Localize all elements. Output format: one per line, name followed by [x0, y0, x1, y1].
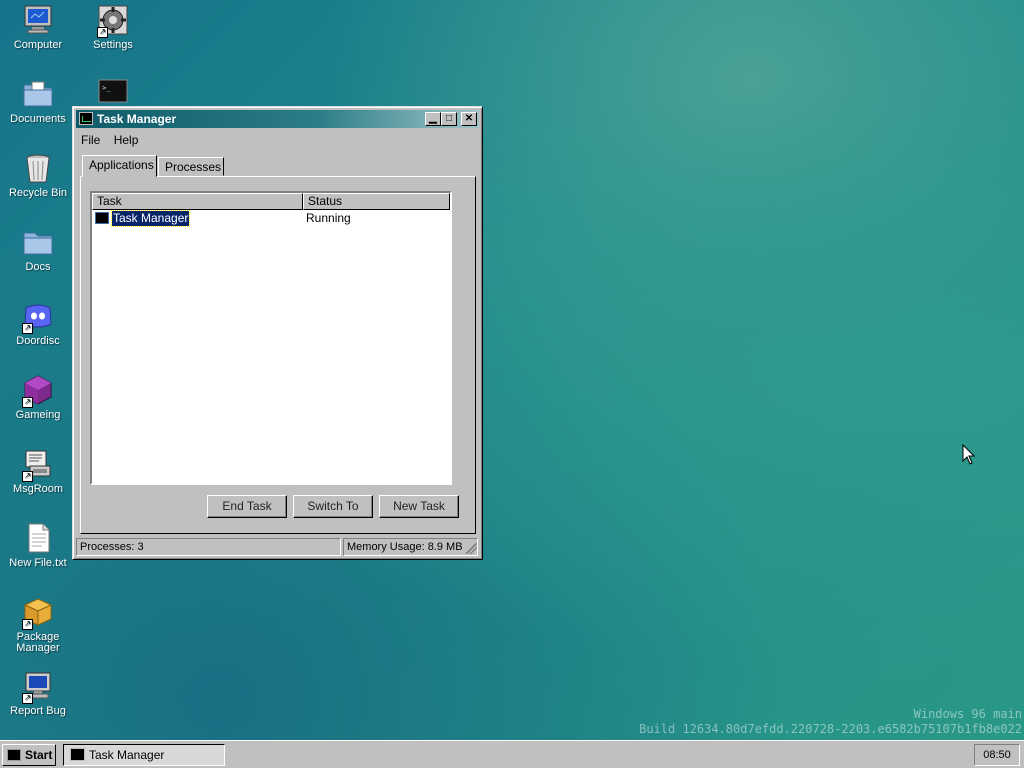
- icon-label: Package Manager: [16, 631, 60, 654]
- resize-grip-icon[interactable]: [466, 543, 477, 554]
- column-header-task[interactable]: Task: [92, 193, 303, 210]
- task-manager-icon: [95, 212, 109, 224]
- maximize-button[interactable]: □: [441, 112, 457, 126]
- menu-file[interactable]: File: [76, 130, 105, 150]
- msgroom-icon: ↗: [22, 448, 54, 482]
- shortcut-arrow-icon: ↗: [22, 693, 33, 704]
- maximize-icon: □: [445, 113, 453, 124]
- window-title: Task Manager: [97, 112, 177, 126]
- start-label: Start: [25, 748, 53, 762]
- computer-icon: [22, 4, 54, 36]
- shortcut-arrow-icon: ↗: [97, 27, 108, 38]
- menu-bar: File Help: [76, 130, 479, 150]
- desktop-icon-new-file[interactable]: New File.txt: [1, 522, 75, 569]
- tab-processes[interactable]: Processes: [158, 157, 224, 176]
- desktop-icon-documents[interactable]: Documents: [1, 78, 75, 125]
- icon-label: Gameing: [15, 409, 61, 421]
- status-processes: Processes: 3: [76, 538, 341, 556]
- window-titlebar[interactable]: Task Manager ▁ □ ✕: [76, 110, 479, 128]
- column-header-status[interactable]: Status: [303, 193, 450, 210]
- taskbar-item-task-manager[interactable]: Task Manager: [63, 744, 225, 766]
- shortcut-arrow-icon: ↗: [22, 397, 33, 408]
- status-bar: Processes: 3 Memory Usage: 8.9 MB: [76, 538, 479, 556]
- tab-applications[interactable]: Applications: [82, 155, 157, 177]
- end-task-button[interactable]: End Task: [207, 495, 287, 518]
- task-name: Task Manager: [110, 210, 191, 227]
- task-status: Running: [306, 211, 351, 225]
- text-file-icon: [22, 522, 54, 554]
- icon-label: Computer: [13, 39, 63, 51]
- desktop-icon-computer[interactable]: Computer: [1, 4, 75, 51]
- icon-label: Recycle Bin: [8, 187, 68, 199]
- switch-to-button[interactable]: Switch To: [293, 495, 373, 518]
- close-button[interactable]: ✕: [461, 112, 477, 126]
- icon-label: MsgRoom: [12, 483, 64, 495]
- minimize-button[interactable]: ▁: [425, 112, 441, 126]
- start-icon: [7, 749, 21, 761]
- status-memory: Memory Usage: 8.9 MB: [343, 538, 478, 556]
- svg-text:>_: >_: [102, 84, 111, 92]
- list-header: Task Status: [92, 193, 450, 210]
- minimize-icon: ▁: [429, 113, 437, 124]
- watermark-line-1: Windows 96 main: [913, 707, 1022, 721]
- shortcut-arrow-icon: ↗: [22, 471, 33, 482]
- table-row[interactable]: Task Manager Running: [92, 210, 450, 227]
- taskbar: Start Task Manager 08:50: [0, 740, 1024, 768]
- desktop-icon-package-manager[interactable]: ↗ Package Manager: [1, 596, 75, 654]
- icon-label: Report Bug: [10, 705, 66, 717]
- close-icon: ✕: [464, 113, 474, 124]
- game-cube-icon: ↗: [22, 374, 54, 408]
- start-button[interactable]: Start: [2, 744, 56, 766]
- task-manager-icon: [79, 112, 93, 125]
- folder-icon: [22, 226, 54, 258]
- build-watermark: Windows 96 main Build 12634.80d7efdd.220…: [639, 707, 1022, 737]
- new-task-button[interactable]: New Task: [379, 495, 459, 518]
- task-list[interactable]: Task Status Task Manager Running: [90, 191, 452, 485]
- desktop-icon-msgroom[interactable]: ↗ MsgRoom: [1, 448, 75, 495]
- settings-icon: ↗: [97, 4, 129, 38]
- desktop-icon-doordisc[interactable]: ↗ Doordisc: [1, 300, 75, 347]
- desktop-icon-recycle-bin[interactable]: Recycle Bin: [1, 152, 75, 199]
- icon-label: Docs: [25, 261, 51, 273]
- shortcut-arrow-icon: ↗: [22, 619, 33, 630]
- desktop-icon-report-bug[interactable]: ↗ Report Bug: [1, 670, 75, 717]
- icon-label: New File.txt: [9, 557, 67, 569]
- shortcut-arrow-icon: ↗: [22, 323, 33, 334]
- icon-label: Settings: [93, 39, 133, 51]
- desktop-icon-settings[interactable]: ↗ Settings: [76, 4, 150, 51]
- doordisc-icon: ↗: [22, 300, 54, 334]
- task-manager-window: Task Manager ▁ □ ✕ File Help Application…: [72, 106, 483, 560]
- taskbar-item-label: Task Manager: [89, 748, 165, 762]
- watermark-line-2: Build 12634.80d7efdd.220728-2203.e6582b7…: [639, 722, 1022, 736]
- system-clock[interactable]: 08:50: [974, 744, 1020, 766]
- task-manager-icon: [70, 748, 85, 761]
- recycle-bin-icon: [22, 152, 54, 184]
- icon-label: Doordisc: [16, 335, 60, 347]
- menu-help[interactable]: Help: [109, 130, 144, 150]
- desktop-icon-docs[interactable]: Docs: [1, 226, 75, 273]
- report-bug-icon: ↗: [22, 670, 54, 704]
- icon-label: Documents: [10, 113, 66, 125]
- package-icon: ↗: [22, 596, 54, 630]
- documents-folder-icon: [22, 78, 54, 110]
- desktop-icon-gameing[interactable]: ↗ Gameing: [1, 374, 75, 421]
